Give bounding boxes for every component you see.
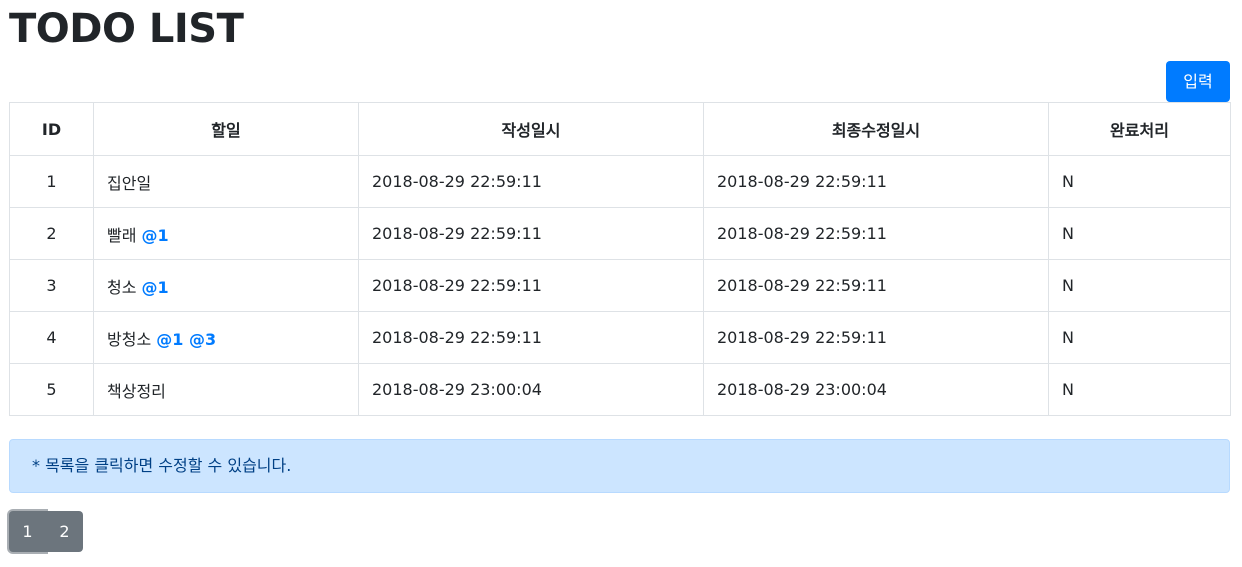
header-done: 완료처리	[1048, 102, 1231, 156]
task-text: 빨래	[107, 225, 137, 245]
cell-created: 2018-08-29 23:00:04	[358, 363, 704, 416]
cell-created: 2018-08-29 22:59:11	[358, 259, 704, 312]
cell-id: 2	[9, 207, 94, 260]
todo-page: TODO LIST 입력 ID 할일 작성일시 최종수정일시 완료처리 1 집안…	[0, 0, 1242, 567]
pagination: 1 2	[9, 511, 83, 552]
header-created: 작성일시	[358, 102, 704, 156]
task-reference-link[interactable]: @1	[142, 226, 169, 245]
cell-done[interactable]: N	[1048, 155, 1231, 208]
cell-modified: 2018-08-29 22:59:11	[703, 311, 1049, 364]
table-row[interactable]: 4 방청소 @1 @3 2018-08-29 22:59:11 2018-08-…	[9, 311, 1231, 364]
page-button-1[interactable]: 1	[9, 511, 46, 552]
cell-created: 2018-08-29 22:59:11	[358, 207, 704, 260]
cell-done[interactable]: N	[1048, 363, 1231, 416]
cell-created: 2018-08-29 22:59:11	[358, 311, 704, 364]
cell-id: 3	[9, 259, 94, 312]
notice-alert: * 목록을 클릭하면 수정할 수 있습니다.	[9, 439, 1230, 493]
cell-done[interactable]: N	[1048, 207, 1231, 260]
add-todo-button[interactable]: 입력	[1166, 61, 1230, 102]
header-modified: 최종수정일시	[703, 102, 1049, 156]
cell-done[interactable]: N	[1048, 259, 1231, 312]
task-reference-link[interactable]: @1 @3	[156, 330, 216, 349]
cell-task: 방청소 @1 @3	[93, 311, 359, 364]
task-reference-link[interactable]: @1	[142, 278, 169, 297]
cell-modified: 2018-08-29 22:59:11	[703, 155, 1049, 208]
task-text: 청소	[107, 277, 137, 297]
cell-created: 2018-08-29 22:59:11	[358, 155, 704, 208]
cell-id: 5	[9, 363, 94, 416]
page-button-2[interactable]: 2	[46, 511, 83, 552]
header-task: 할일	[93, 102, 359, 156]
cell-task: 빨래 @1	[93, 207, 359, 260]
table-header-row: ID 할일 작성일시 최종수정일시 완료처리	[9, 102, 1231, 156]
cell-task: 책상정리	[93, 363, 359, 416]
cell-modified: 2018-08-29 22:59:11	[703, 207, 1049, 260]
task-text: 책상정리	[107, 381, 166, 401]
page-title: TODO LIST	[9, 6, 244, 52]
cell-task: 청소 @1	[93, 259, 359, 312]
cell-modified: 2018-08-29 22:59:11	[703, 259, 1049, 312]
task-text: 방청소	[107, 329, 152, 349]
cell-task: 집안일	[93, 155, 359, 208]
cell-done[interactable]: N	[1048, 311, 1231, 364]
todo-table: ID 할일 작성일시 최종수정일시 완료처리 1 집안일 2018-08-29 …	[9, 102, 1231, 416]
task-text: 집안일	[107, 173, 152, 193]
table-row[interactable]: 3 청소 @1 2018-08-29 22:59:11 2018-08-29 2…	[9, 259, 1231, 312]
table-row[interactable]: 1 집안일 2018-08-29 22:59:11 2018-08-29 22:…	[9, 155, 1231, 208]
table-row[interactable]: 2 빨래 @1 2018-08-29 22:59:11 2018-08-29 2…	[9, 207, 1231, 260]
table-row[interactable]: 5 책상정리 2018-08-29 23:00:04 2018-08-29 23…	[9, 363, 1231, 416]
cell-id: 4	[9, 311, 94, 364]
cell-modified: 2018-08-29 23:00:04	[703, 363, 1049, 416]
cell-id: 1	[9, 155, 94, 208]
header-id: ID	[9, 102, 94, 156]
